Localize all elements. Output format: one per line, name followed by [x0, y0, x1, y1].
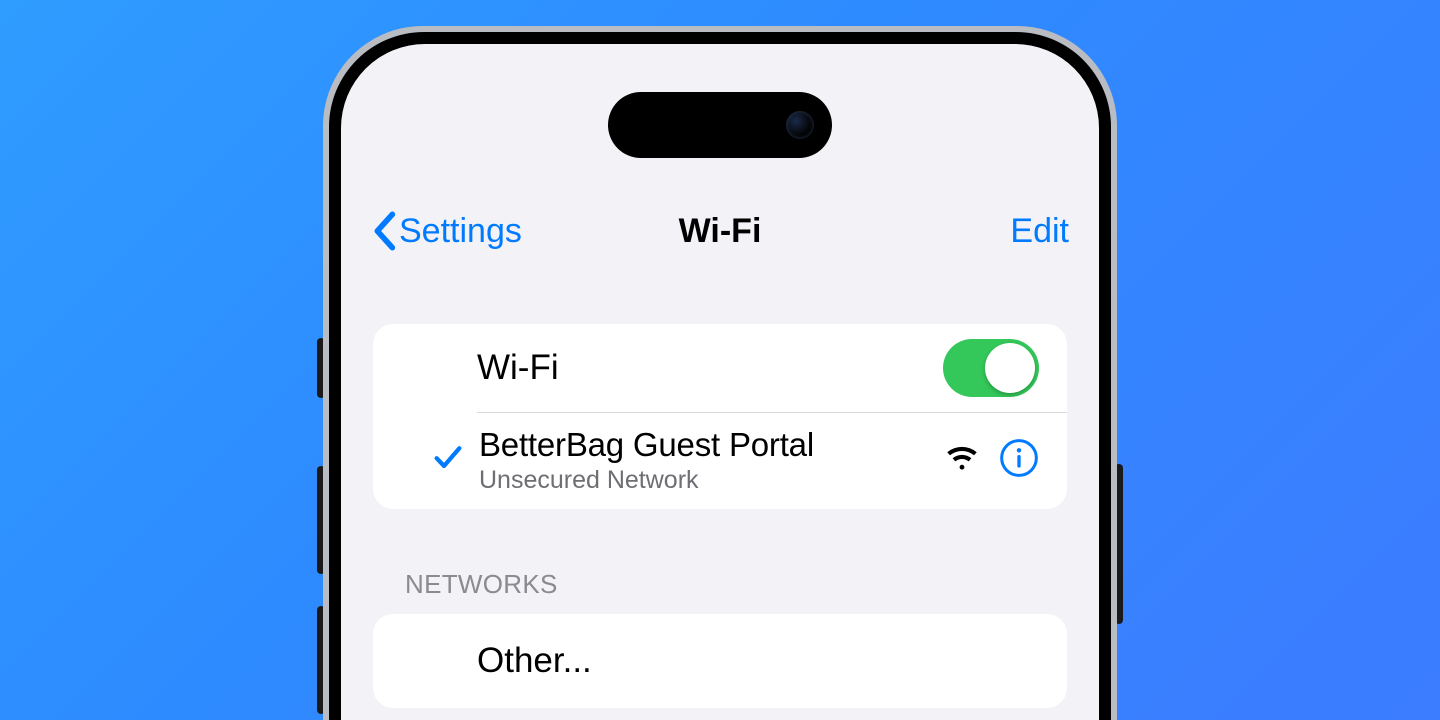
network-row-icons: [945, 438, 1039, 483]
phone-screen: Settings Wi-Fi Edit Wi-Fi: [341, 44, 1099, 720]
other-network-label: Other...: [477, 641, 1039, 681]
chevron-left-icon: [371, 211, 397, 251]
wifi-group: Wi-Fi Better: [373, 324, 1067, 509]
networks-section-header: NETWORKS: [405, 569, 1067, 600]
camera-lens-icon: [786, 111, 814, 139]
back-button[interactable]: Settings: [371, 211, 522, 251]
network-name: BetterBag Guest Portal: [479, 426, 945, 464]
dynamic-island: [608, 92, 832, 158]
wifi-toggle[interactable]: [943, 339, 1039, 397]
wifi-signal-icon: [945, 445, 979, 476]
wifi-toggle-label: Wi-Fi: [477, 348, 943, 388]
connected-network-row[interactable]: BetterBag Guest Portal Unsecured Network: [373, 412, 1067, 509]
network-subtitle: Unsecured Network: [479, 466, 945, 495]
wifi-toggle-row: Wi-Fi: [373, 324, 1067, 412]
network-text: BetterBag Guest Portal Unsecured Network: [479, 426, 945, 495]
nav-bar: Settings Wi-Fi Edit: [341, 200, 1099, 262]
info-button[interactable]: [999, 438, 1039, 483]
back-label: Settings: [399, 212, 522, 251]
phone-bezel: Settings Wi-Fi Edit Wi-Fi: [329, 32, 1111, 720]
toggle-knob: [985, 343, 1035, 393]
checkmark-icon: [431, 441, 465, 480]
phone-frame: Settings Wi-Fi Edit Wi-Fi: [323, 26, 1117, 720]
edit-button[interactable]: Edit: [1010, 212, 1069, 251]
phone-device: Settings Wi-Fi Edit Wi-Fi: [323, 26, 1117, 720]
content-area: Wi-Fi Better: [373, 324, 1067, 708]
other-network-row[interactable]: Other...: [373, 614, 1067, 708]
networks-group: Other...: [373, 614, 1067, 708]
